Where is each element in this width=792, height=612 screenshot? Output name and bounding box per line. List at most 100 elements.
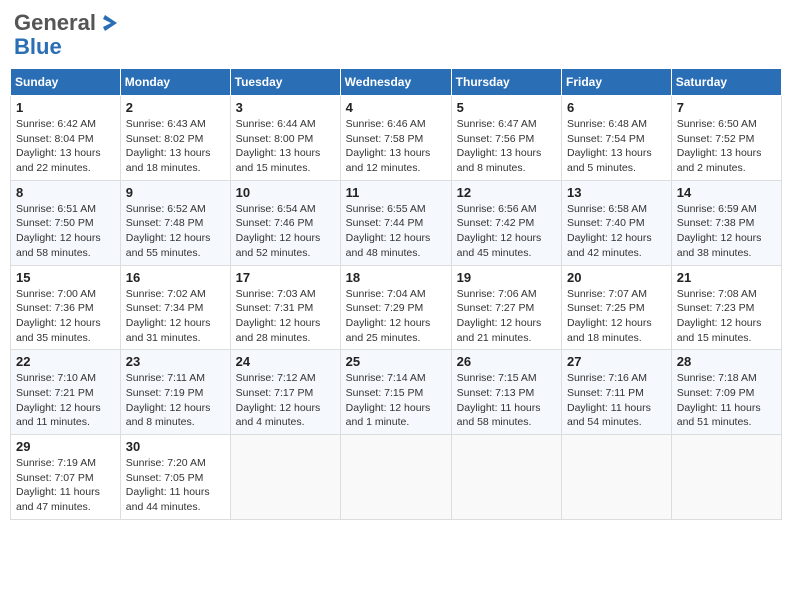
logo: General Blue	[14, 10, 118, 60]
calendar-cell: 21 Sunrise: 7:08 AMSunset: 7:23 PMDayligh…	[671, 265, 781, 350]
day-number: 29	[16, 439, 115, 454]
calendar-cell: 23 Sunrise: 7:11 AMSunset: 7:19 PMDayligh…	[120, 350, 230, 435]
day-number: 8	[16, 185, 115, 200]
day-number: 6	[567, 100, 666, 115]
day-info: Sunrise: 6:42 AMSunset: 8:04 PMDaylight:…	[16, 117, 115, 176]
calendar-cell: 14 Sunrise: 6:59 AMSunset: 7:38 PMDayligh…	[671, 180, 781, 265]
day-number: 3	[236, 100, 335, 115]
calendar-cell	[230, 435, 340, 520]
weekday-header-tuesday: Tuesday	[230, 69, 340, 96]
day-number: 4	[346, 100, 446, 115]
day-info: Sunrise: 7:19 AMSunset: 7:07 PMDaylight:…	[16, 456, 115, 515]
day-info: Sunrise: 6:56 AMSunset: 7:42 PMDaylight:…	[457, 202, 556, 261]
calendar-cell: 2 Sunrise: 6:43 AMSunset: 8:02 PMDaylight…	[120, 96, 230, 181]
day-info: Sunrise: 7:04 AMSunset: 7:29 PMDaylight:…	[346, 287, 446, 346]
day-number: 2	[126, 100, 225, 115]
logo-general: General	[14, 10, 96, 36]
day-info: Sunrise: 7:11 AMSunset: 7:19 PMDaylight:…	[126, 371, 225, 430]
calendar-week-2: 8 Sunrise: 6:51 AMSunset: 7:50 PMDaylight…	[11, 180, 782, 265]
day-number: 15	[16, 270, 115, 285]
day-info: Sunrise: 7:15 AMSunset: 7:13 PMDaylight:…	[457, 371, 556, 430]
calendar-cell	[671, 435, 781, 520]
weekday-header-monday: Monday	[120, 69, 230, 96]
calendar-week-4: 22Sunrise: 7:10 AMSunset: 7:21 PMDayligh…	[11, 350, 782, 435]
calendar-cell: 4 Sunrise: 6:46 AMSunset: 7:58 PMDaylight…	[340, 96, 451, 181]
calendar-cell: 11 Sunrise: 6:55 AMSunset: 7:44 PMDayligh…	[340, 180, 451, 265]
calendar-body: 1 Sunrise: 6:42 AMSunset: 8:04 PMDaylight…	[11, 96, 782, 520]
calendar-cell: 29 Sunrise: 7:19 AMSunset: 7:07 PMDayligh…	[11, 435, 121, 520]
day-number: 12	[457, 185, 556, 200]
calendar-week-5: 29 Sunrise: 7:19 AMSunset: 7:07 PMDayligh…	[11, 435, 782, 520]
day-info: Sunrise: 7:14 AMSunset: 7:15 PMDaylight:…	[346, 371, 446, 430]
day-info: Sunrise: 6:59 AMSunset: 7:38 PMDaylight:…	[677, 202, 776, 261]
day-info: Sunrise: 6:44 AMSunset: 8:00 PMDaylight:…	[236, 117, 335, 176]
calendar-cell	[562, 435, 672, 520]
day-number: 5	[457, 100, 556, 115]
day-number: 30	[126, 439, 225, 454]
day-info: Sunrise: 6:54 AMSunset: 7:46 PMDaylight:…	[236, 202, 335, 261]
day-info: Sunrise: 7:16 AMSunset: 7:11 PMDaylight:…	[567, 371, 666, 430]
day-number: 13	[567, 185, 666, 200]
day-info: Sunrise: 7:00 AMSunset: 7:36 PMDaylight:…	[16, 287, 115, 346]
calendar-cell: 3 Sunrise: 6:44 AMSunset: 8:00 PMDaylight…	[230, 96, 340, 181]
day-number: 22	[16, 354, 115, 369]
calendar-cell: 25Sunrise: 7:14 AMSunset: 7:15 PMDayligh…	[340, 350, 451, 435]
calendar-cell: 27 Sunrise: 7:16 AMSunset: 7:11 PMDayligh…	[562, 350, 672, 435]
day-number: 19	[457, 270, 556, 285]
day-number: 21	[677, 270, 776, 285]
calendar-cell: 17 Sunrise: 7:03 AMSunset: 7:31 PMDayligh…	[230, 265, 340, 350]
day-info: Sunrise: 7:08 AMSunset: 7:23 PMDaylight:…	[677, 287, 776, 346]
calendar-cell: 19Sunrise: 7:06 AMSunset: 7:27 PMDayligh…	[451, 265, 561, 350]
day-info: Sunrise: 7:20 AMSunset: 7:05 PMDaylight:…	[126, 456, 225, 515]
calendar-cell: 10 Sunrise: 6:54 AMSunset: 7:46 PMDayligh…	[230, 180, 340, 265]
calendar-cell: 15 Sunrise: 7:00 AMSunset: 7:36 PMDayligh…	[11, 265, 121, 350]
weekday-header-saturday: Saturday	[671, 69, 781, 96]
day-number: 26	[457, 354, 556, 369]
day-info: Sunrise: 7:18 AMSunset: 7:09 PMDaylight:…	[677, 371, 776, 430]
day-info: Sunrise: 6:50 AMSunset: 7:52 PMDaylight:…	[677, 117, 776, 176]
day-info: Sunrise: 6:52 AMSunset: 7:48 PMDaylight:…	[126, 202, 225, 261]
day-number: 10	[236, 185, 335, 200]
day-info: Sunrise: 6:51 AMSunset: 7:50 PMDaylight:…	[16, 202, 115, 261]
day-info: Sunrise: 7:03 AMSunset: 7:31 PMDaylight:…	[236, 287, 335, 346]
calendar-cell: 16Sunrise: 7:02 AMSunset: 7:34 PMDayligh…	[120, 265, 230, 350]
day-number: 20	[567, 270, 666, 285]
day-number: 17	[236, 270, 335, 285]
weekday-header-wednesday: Wednesday	[340, 69, 451, 96]
day-info: Sunrise: 6:43 AMSunset: 8:02 PMDaylight:…	[126, 117, 225, 176]
day-number: 11	[346, 185, 446, 200]
day-info: Sunrise: 7:02 AMSunset: 7:34 PMDaylight:…	[126, 287, 225, 346]
day-number: 23	[126, 354, 225, 369]
day-number: 1	[16, 100, 115, 115]
calendar-cell: 9 Sunrise: 6:52 AMSunset: 7:48 PMDaylight…	[120, 180, 230, 265]
logo-blue-label: Blue	[14, 34, 62, 60]
day-number: 27	[567, 354, 666, 369]
calendar-cell: 20 Sunrise: 7:07 AMSunset: 7:25 PMDayligh…	[562, 265, 672, 350]
day-info: Sunrise: 7:07 AMSunset: 7:25 PMDaylight:…	[567, 287, 666, 346]
calendar-cell: 30 Sunrise: 7:20 AMSunset: 7:05 PMDayligh…	[120, 435, 230, 520]
weekday-header-sunday: Sunday	[11, 69, 121, 96]
calendar-cell: 22Sunrise: 7:10 AMSunset: 7:21 PMDayligh…	[11, 350, 121, 435]
day-info: Sunrise: 7:12 AMSunset: 7:17 PMDaylight:…	[236, 371, 335, 430]
calendar-cell	[340, 435, 451, 520]
page-header: General Blue	[10, 10, 782, 60]
calendar-cell: 24Sunrise: 7:12 AMSunset: 7:17 PMDayligh…	[230, 350, 340, 435]
calendar-cell: 26 Sunrise: 7:15 AMSunset: 7:13 PMDayligh…	[451, 350, 561, 435]
day-info: Sunrise: 6:47 AMSunset: 7:56 PMDaylight:…	[457, 117, 556, 176]
calendar-cell	[451, 435, 561, 520]
day-info: Sunrise: 6:48 AMSunset: 7:54 PMDaylight:…	[567, 117, 666, 176]
calendar-cell: 5 Sunrise: 6:47 AMSunset: 7:56 PMDaylight…	[451, 96, 561, 181]
calendar-cell: 1 Sunrise: 6:42 AMSunset: 8:04 PMDaylight…	[11, 96, 121, 181]
day-number: 9	[126, 185, 225, 200]
day-number: 28	[677, 354, 776, 369]
calendar-cell: 12 Sunrise: 6:56 AMSunset: 7:42 PMDayligh…	[451, 180, 561, 265]
calendar-cell: 7Sunrise: 6:50 AMSunset: 7:52 PMDaylight…	[671, 96, 781, 181]
day-number: 14	[677, 185, 776, 200]
logo-arrow-icon	[97, 15, 117, 31]
day-info: Sunrise: 6:58 AMSunset: 7:40 PMDaylight:…	[567, 202, 666, 261]
calendar-week-3: 15 Sunrise: 7:00 AMSunset: 7:36 PMDayligh…	[11, 265, 782, 350]
day-info: Sunrise: 6:55 AMSunset: 7:44 PMDaylight:…	[346, 202, 446, 261]
calendar-cell: 13 Sunrise: 6:58 AMSunset: 7:40 PMDayligh…	[562, 180, 672, 265]
day-info: Sunrise: 6:46 AMSunset: 7:58 PMDaylight:…	[346, 117, 446, 176]
weekday-header-thursday: Thursday	[451, 69, 561, 96]
